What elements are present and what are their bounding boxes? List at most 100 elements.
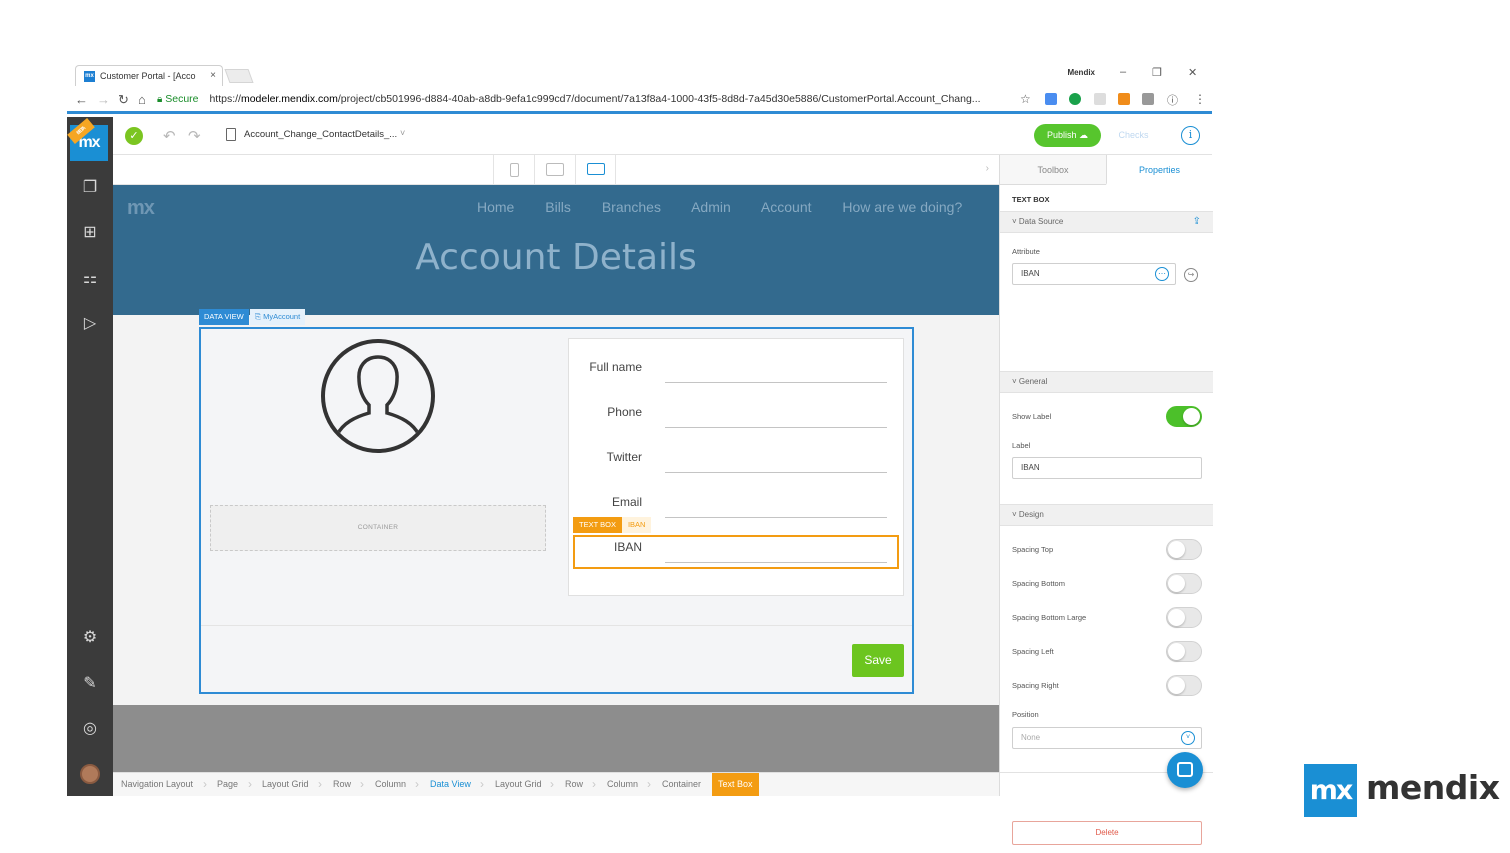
mendix-logo[interactable]: mx BETA	[67, 118, 108, 161]
minimize-icon[interactable]: –	[1120, 66, 1126, 78]
url-path: /project/cb501996-d884-40ab-a8db-9efa1c9…	[337, 93, 981, 105]
chat-support-button[interactable]	[1167, 752, 1203, 788]
crumb-separator: ›	[248, 777, 252, 791]
info-circle-icon[interactable]: ⓘ	[1167, 92, 1178, 108]
expand-arrow-icon[interactable]: ›	[986, 163, 989, 174]
attribute-label: Attribute	[1012, 247, 1040, 256]
text-box-tag[interactable]: TEXT BOX	[573, 517, 622, 533]
input-email[interactable]	[665, 517, 887, 518]
tab-properties[interactable]: Properties	[1106, 155, 1212, 185]
crumb-column[interactable]: Column	[375, 773, 406, 796]
url-field[interactable]: 🔒︎ Secure https://modeler.mendix.com/pro…	[157, 89, 1041, 109]
save-button[interactable]: Save	[852, 644, 904, 677]
new-tab-button[interactable]	[224, 69, 254, 83]
input-iban[interactable]	[665, 562, 887, 563]
profile-avatar-icon[interactable]	[321, 339, 435, 453]
status-ok-icon[interactable]: ✓	[125, 127, 143, 145]
lock-icon: 🔒︎	[157, 94, 163, 105]
nav-admin[interactable]: Admin	[691, 199, 731, 215]
upload-icon[interactable]: ⇪	[1193, 212, 1201, 232]
section-design[interactable]: ˅ Design	[1000, 504, 1213, 526]
play-icon[interactable]: ▷	[79, 313, 101, 335]
megaphone-icon[interactable]: ◎	[79, 718, 101, 740]
crumb-text-box[interactable]: Text Box	[712, 773, 759, 796]
spacing-bottom-label: Spacing Bottom	[1012, 579, 1065, 588]
position-select[interactable]: None ˅	[1012, 727, 1202, 749]
app-navigation: Home Bills Branches Admin Account How ar…	[477, 199, 989, 215]
crumb-layout-grid[interactable]: Layout Grid	[262, 773, 309, 796]
phone-view-button[interactable]	[493, 155, 534, 185]
undo-icon[interactable]: ↶	[163, 127, 176, 145]
extension-drive-icon[interactable]	[1045, 93, 1057, 105]
attribute-field[interactable]: IBAN ⋯	[1012, 263, 1176, 285]
crumb-page[interactable]: Page	[217, 773, 238, 796]
document-chevron-icon[interactable]: ˅	[400, 128, 405, 138]
desktop-view-button[interactable]	[575, 155, 616, 185]
nav-branches[interactable]: Branches	[602, 199, 661, 215]
tab-close-icon[interactable]: ×	[210, 66, 216, 86]
hierarchy-icon[interactable]: ⚏	[79, 268, 101, 290]
data-view-tag[interactable]: DATA VIEW	[199, 309, 249, 325]
spacing-top-toggle[interactable]	[1166, 539, 1202, 560]
pages-icon[interactable]: ❐	[79, 177, 101, 199]
info-icon[interactable]: i	[1181, 126, 1200, 145]
data-view-entity-tag[interactable]: ⎘ MyAccount	[250, 309, 306, 325]
section-data-source[interactable]: ˅ Data Source ⇪	[1000, 211, 1213, 233]
back-icon[interactable]: ←	[75, 92, 88, 107]
input-phone[interactable]	[665, 427, 887, 428]
settings-icon[interactable]: ⚙	[79, 627, 101, 649]
doc-tree-icon[interactable]: ⊞	[79, 222, 101, 244]
label-field[interactable]: IBAN	[1012, 457, 1202, 479]
footer-divider	[201, 625, 912, 626]
profile-name[interactable]: Mendix	[1067, 68, 1095, 77]
extension-grey-icon[interactable]	[1094, 93, 1106, 105]
show-label-toggle[interactable]	[1166, 406, 1202, 427]
crumb-layout-grid-2[interactable]: Layout Grid	[495, 773, 542, 796]
spacing-bottom-toggle[interactable]	[1166, 573, 1202, 594]
extension-green-icon[interactable]	[1069, 93, 1081, 105]
spacing-right-toggle[interactable]	[1166, 675, 1202, 696]
mendix-brand-logo: mx	[1304, 764, 1357, 817]
ellipsis-icon[interactable]: ⋯	[1155, 267, 1169, 281]
restore-icon[interactable]: ❐	[1152, 66, 1162, 79]
extension-orange-icon[interactable]	[1118, 93, 1130, 105]
text-box-attribute-tag[interactable]: IBAN	[621, 517, 652, 533]
brush-icon[interactable]: ✎	[79, 673, 101, 695]
tablet-view-button[interactable]	[534, 155, 575, 185]
input-twitter[interactable]	[665, 472, 887, 473]
nav-home[interactable]: Home	[477, 199, 514, 215]
spacing-bottom-large-toggle[interactable]	[1166, 607, 1202, 628]
browser-tab[interactable]: mx Customer Portal - [Acco ×	[75, 65, 223, 86]
nav-account[interactable]: Account	[761, 199, 812, 215]
crumb-data-view[interactable]: Data View	[430, 773, 471, 796]
navigate-icon[interactable]: ↪	[1184, 268, 1198, 282]
tab-toolbox[interactable]: Toolbox	[1000, 155, 1106, 185]
bookmark-star-icon[interactable]: ☆	[1020, 92, 1031, 106]
user-avatar[interactable]	[80, 764, 100, 784]
crumb-row[interactable]: Row	[333, 773, 351, 796]
document-name[interactable]: Account_Change_ContactDetails_...	[244, 129, 397, 140]
checks-button[interactable]: Checks	[1111, 124, 1156, 147]
reload-icon[interactable]: ↻	[118, 92, 129, 108]
nav-feedback[interactable]: How are we doing?	[842, 199, 962, 215]
close-window-icon[interactable]: ✕	[1188, 66, 1197, 79]
crumb-row-2[interactable]: Row	[565, 773, 583, 796]
forward-icon[interactable]: →	[97, 92, 110, 107]
delete-button[interactable]: Delete	[1012, 821, 1202, 845]
home-icon[interactable]: ⌂	[138, 92, 146, 107]
crumb-navigation-layout[interactable]: Navigation Layout	[121, 773, 193, 796]
redo-icon[interactable]: ↷	[188, 127, 201, 145]
section-general[interactable]: ˅ General	[1000, 371, 1213, 393]
crumb-container[interactable]: Container	[662, 773, 701, 796]
spacing-left-toggle[interactable]	[1166, 641, 1202, 662]
browser-menu-icon[interactable]: ⋮	[1194, 92, 1206, 106]
input-full-name[interactable]	[665, 382, 887, 383]
page-header: mx Home Bills Branches Admin Account How…	[113, 185, 999, 315]
nav-bills[interactable]: Bills	[545, 199, 571, 215]
crumb-column-2[interactable]: Column	[607, 773, 638, 796]
data-view[interactable]: CONTAINER Full name Phone Twitter Email …	[199, 327, 914, 694]
spacing-right-label: Spacing Right	[1012, 681, 1059, 690]
container-placeholder[interactable]: CONTAINER	[210, 505, 546, 551]
publish-button[interactable]: Publish ☁	[1034, 124, 1101, 147]
extension-box-icon[interactable]	[1142, 93, 1154, 105]
